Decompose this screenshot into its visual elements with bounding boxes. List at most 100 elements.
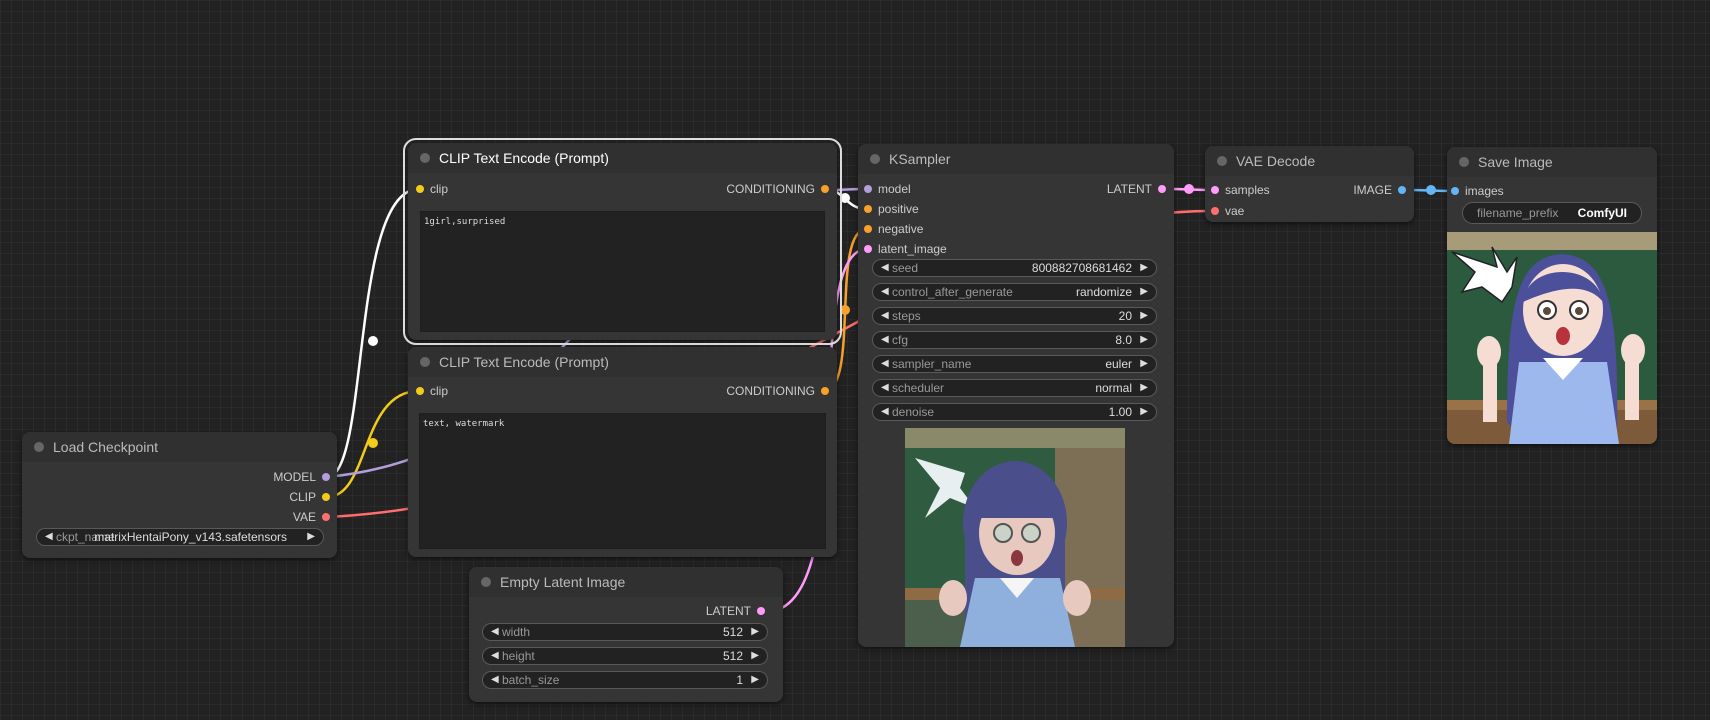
node-title[interactable]: Save Image xyxy=(1447,147,1657,177)
output-latent[interactable]: LATENT xyxy=(1107,182,1166,196)
node-title-text: VAE Decode xyxy=(1236,153,1316,169)
input-label: vae xyxy=(1225,204,1245,218)
output-clip[interactable]: CLIP xyxy=(289,490,330,504)
arrow-right-icon[interactable]: ▶ xyxy=(1140,380,1148,396)
node-title[interactable]: CLIP Text Encode (Prompt) xyxy=(408,347,837,377)
steps-widget[interactable]: ◀ steps 20 ▶ xyxy=(872,307,1157,325)
collapse-dot-icon[interactable] xyxy=(420,153,430,163)
output-dot-icon[interactable] xyxy=(322,473,330,481)
arrow-left-icon[interactable]: ◀ xyxy=(881,356,889,372)
node-title[interactable]: VAE Decode xyxy=(1205,146,1414,176)
arrow-right-icon[interactable]: ▶ xyxy=(751,672,759,688)
width-widget[interactable]: ◀ width 512 ▶ xyxy=(482,623,768,641)
input-dot-icon[interactable] xyxy=(1211,186,1219,194)
output-dot-icon[interactable] xyxy=(322,493,330,501)
output-latent[interactable]: LATENT xyxy=(706,604,765,618)
arrow-left-icon[interactable]: ◀ xyxy=(881,404,889,420)
input-dot-icon[interactable] xyxy=(864,205,872,213)
arrow-right-icon[interactable]: ▶ xyxy=(1140,356,1148,372)
output-dot-icon[interactable] xyxy=(821,387,829,395)
node-clip-text-encode-positive[interactable]: CLIP Text Encode (Prompt) clip CONDITION… xyxy=(403,138,842,345)
node-title[interactable]: CLIP Text Encode (Prompt) xyxy=(408,143,837,173)
ckpt-name-combo[interactable]: ◀ ckpt_name matrixHentaiPony_v143.safete… xyxy=(36,528,324,546)
output-conditioning[interactable]: CONDITIONING xyxy=(726,182,829,196)
control-after-generate-widget[interactable]: ◀ control_after_generate randomize ▶ xyxy=(872,283,1157,301)
filename-prefix-field[interactable]: filename_prefix ComfyUI xyxy=(1462,202,1642,224)
arrow-left-icon[interactable]: ◀ xyxy=(491,624,499,640)
seed-widget[interactable]: ◀ seed 800882708681462 ▶ xyxy=(872,259,1157,277)
collapse-dot-icon[interactable] xyxy=(34,442,44,452)
node-title[interactable]: Empty Latent Image xyxy=(469,567,783,597)
widget-value: 1.00 xyxy=(1108,405,1132,419)
cfg-widget[interactable]: ◀ cfg 8.0 ▶ xyxy=(872,331,1157,349)
output-dot-icon[interactable] xyxy=(821,185,829,193)
arrow-right-icon[interactable]: ▶ xyxy=(751,624,759,640)
input-model[interactable]: model xyxy=(864,182,911,196)
node-title-text: CLIP Text Encode (Prompt) xyxy=(439,354,609,370)
input-dot-icon[interactable] xyxy=(1211,207,1219,215)
arrow-right-icon[interactable]: ▶ xyxy=(1140,308,1148,324)
widget-label: denoise xyxy=(892,405,935,419)
collapse-dot-icon[interactable] xyxy=(870,154,880,164)
output-label: CONDITIONING xyxy=(726,182,815,196)
widget-value: normal xyxy=(1095,381,1132,395)
arrow-left-icon[interactable]: ◀ xyxy=(881,260,889,276)
output-conditioning[interactable]: CONDITIONING xyxy=(726,384,829,398)
input-dot-icon[interactable] xyxy=(416,387,424,395)
arrow-right-icon[interactable]: ▶ xyxy=(1140,404,1148,420)
scheduler-widget[interactable]: ◀ scheduler normal ▶ xyxy=(872,379,1157,397)
batch-size-widget[interactable]: ◀ batch_size 1 ▶ xyxy=(482,671,768,689)
node-empty-latent-image[interactable]: Empty Latent Image LATENT ◀ width 512 ▶ … xyxy=(469,567,783,702)
node-vae-decode[interactable]: VAE Decode samples vae IMAGE xyxy=(1205,146,1414,222)
prompt-textarea[interactable]: 1girl,surprised xyxy=(420,211,825,332)
arrow-right-icon[interactable]: ▶ xyxy=(1140,332,1148,348)
arrow-right-icon[interactable]: ▶ xyxy=(307,529,315,545)
arrow-left-icon[interactable]: ◀ xyxy=(881,284,889,300)
arrow-left-icon[interactable]: ◀ xyxy=(491,672,499,688)
link-midpoint xyxy=(368,336,378,346)
output-vae[interactable]: VAE xyxy=(293,510,330,524)
input-clip[interactable]: clip xyxy=(416,384,448,398)
node-ksampler[interactable]: KSampler model positive negative latent_… xyxy=(858,144,1174,647)
input-negative[interactable]: negative xyxy=(864,222,923,236)
arrow-left-icon[interactable]: ◀ xyxy=(881,380,889,396)
input-positive[interactable]: positive xyxy=(864,202,919,216)
node-load-checkpoint[interactable]: Load Checkpoint MODEL CLIP VAE ◀ ckpt_na… xyxy=(22,432,337,558)
input-latent-image[interactable]: latent_image xyxy=(864,242,947,256)
input-dot-icon[interactable] xyxy=(416,185,424,193)
arrow-left-icon[interactable]: ◀ xyxy=(881,332,889,348)
collapse-dot-icon[interactable] xyxy=(481,577,491,587)
output-dot-icon[interactable] xyxy=(1158,185,1166,193)
input-dot-icon[interactable] xyxy=(864,185,872,193)
arrow-left-icon[interactable]: ◀ xyxy=(881,308,889,324)
output-dot-icon[interactable] xyxy=(757,607,765,615)
node-title[interactable]: Load Checkpoint xyxy=(22,432,337,462)
input-vae[interactable]: vae xyxy=(1211,204,1245,218)
arrow-right-icon[interactable]: ▶ xyxy=(1140,284,1148,300)
collapse-dot-icon[interactable] xyxy=(420,357,430,367)
node-title[interactable]: KSampler xyxy=(858,144,1174,174)
denoise-widget[interactable]: ◀ denoise 1.00 ▶ xyxy=(872,403,1157,421)
output-dot-icon[interactable] xyxy=(1398,186,1406,194)
prompt-textarea[interactable]: text, watermark xyxy=(419,413,826,549)
output-dot-icon[interactable] xyxy=(322,513,330,521)
arrow-right-icon[interactable]: ▶ xyxy=(751,648,759,664)
input-clip[interactable]: clip xyxy=(416,182,448,196)
height-widget[interactable]: ◀ height 512 ▶ xyxy=(482,647,768,665)
output-image[interactable]: IMAGE xyxy=(1353,183,1406,197)
output-model[interactable]: MODEL xyxy=(273,470,330,484)
node-clip-text-encode-negative[interactable]: CLIP Text Encode (Prompt) clip CONDITION… xyxy=(408,347,837,557)
link-midpoint xyxy=(368,438,378,448)
input-samples[interactable]: samples xyxy=(1211,183,1270,197)
collapse-dot-icon[interactable] xyxy=(1459,157,1469,167)
node-save-image[interactable]: Save Image images filename_prefix ComfyU… xyxy=(1447,147,1657,444)
arrow-left-icon[interactable]: ◀ xyxy=(45,529,53,545)
input-dot-icon[interactable] xyxy=(864,245,872,253)
collapse-dot-icon[interactable] xyxy=(1217,156,1227,166)
input-dot-icon[interactable] xyxy=(864,225,872,233)
input-dot-icon[interactable] xyxy=(1451,187,1459,195)
arrow-left-icon[interactable]: ◀ xyxy=(491,648,499,664)
sampler-name-widget[interactable]: ◀ sampler_name euler ▶ xyxy=(872,355,1157,373)
input-images[interactable]: images xyxy=(1451,184,1504,198)
arrow-right-icon[interactable]: ▶ xyxy=(1140,260,1148,276)
